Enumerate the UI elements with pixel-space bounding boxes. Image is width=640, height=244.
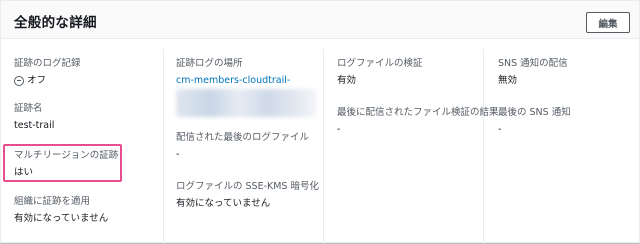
panel-header: 全般的な詳細 編集	[1, 1, 639, 39]
log-location-link[interactable]: cm-members-cloudtrail-	[176, 74, 316, 87]
log-validation-value: 有効	[337, 75, 357, 86]
last-log-file-label: 配信された最後のログファイル	[176, 132, 310, 143]
column-divider	[323, 49, 324, 244]
sse-kms-label: ログファイルの SSE-KMS 暗号化	[176, 181, 319, 192]
trail-name-field: 証跡名 test-trail	[14, 102, 54, 132]
sns-delivery-label: SNS 通知の配信	[498, 58, 568, 69]
sse-kms-value: 有効になっていません	[176, 198, 271, 209]
log-validation-label: ログファイルの検証	[337, 58, 423, 69]
column-divider	[483, 49, 484, 244]
log-record-status: オフ	[27, 75, 47, 86]
org-apply-label: 組織に証跡を適用	[14, 196, 91, 207]
last-sns-value: -	[498, 124, 502, 135]
last-validation-value: -	[337, 124, 341, 135]
log-location-field: 証跡ログの場所 cm-members-cloudtrail-	[176, 57, 316, 117]
highlight-box	[3, 144, 122, 182]
log-location-label: 証跡ログの場所	[176, 58, 243, 69]
log-record-field: 証跡のログ記録 オフ	[14, 57, 81, 87]
org-apply-field: 組織に証跡を適用 有効になっていません	[14, 195, 108, 225]
log-record-label: 証跡のログ記録	[14, 58, 81, 69]
status-off-icon	[14, 75, 24, 86]
last-log-file-field: 配信された最後のログファイル -	[176, 131, 309, 161]
general-details-panel: 全般的な詳細 編集 証跡のログ記録 オフ 証跡名 test-trail マルチリ…	[0, 0, 640, 244]
log-validation-field: ログファイルの検証 有効	[337, 57, 423, 87]
trail-name-value: test-trail	[14, 120, 55, 131]
last-log-file-value: -	[176, 149, 180, 160]
last-validation-label: 最後に配信されたファイル検証の結果	[337, 107, 499, 118]
last-sns-label: 最後の SNS 通知	[498, 107, 571, 118]
last-sns-field: 最後の SNS 通知 -	[498, 106, 571, 136]
org-apply-value: 有効になっていません	[14, 213, 109, 224]
edit-button[interactable]: 編集	[586, 12, 630, 33]
sns-delivery-field: SNS 通知の配信 無効	[498, 57, 568, 87]
sse-kms-field: ログファイルの SSE-KMS 暗号化 有効になっていません	[176, 180, 319, 210]
log-record-value: オフ	[14, 74, 81, 87]
redacted-region	[176, 89, 316, 117]
panel-title: 全般的な詳細	[14, 15, 97, 31]
trail-name-label: 証跡名	[14, 103, 43, 114]
last-validation-field: 最後に配信されたファイル検証の結果 -	[337, 106, 499, 136]
sns-delivery-value: 無効	[498, 75, 518, 86]
column-divider	[163, 49, 164, 244]
